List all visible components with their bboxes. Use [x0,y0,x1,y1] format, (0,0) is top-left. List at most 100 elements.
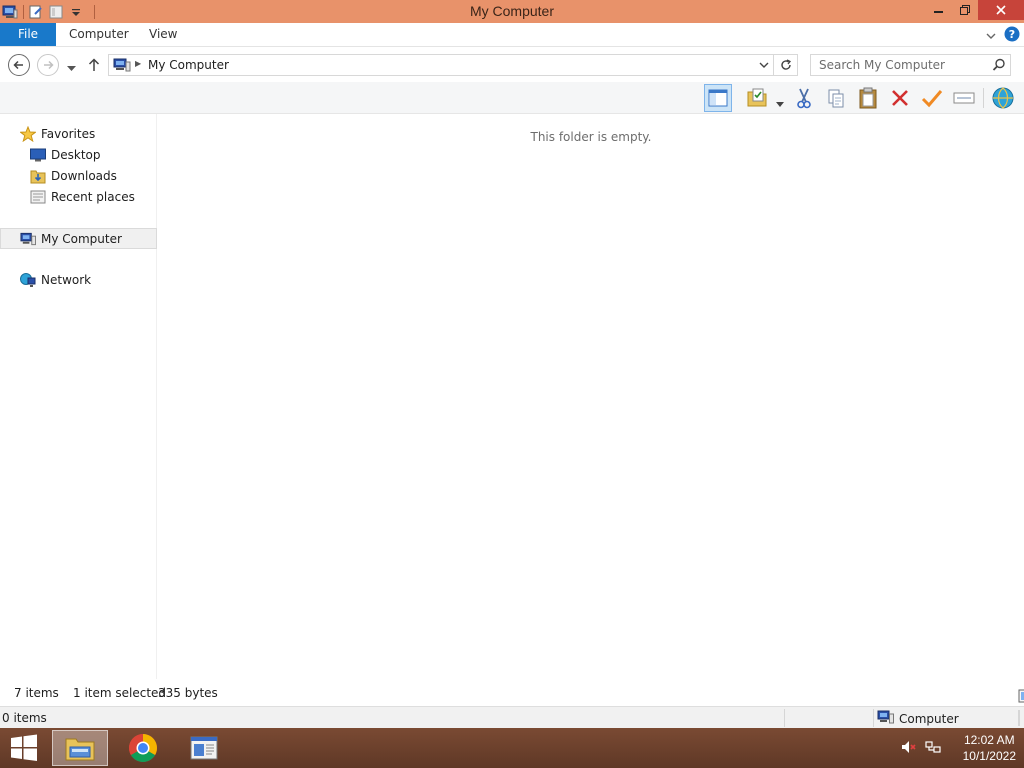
large-icons-view-icon[interactable] [1018,689,1024,706]
clock[interactable]: 12:02 AM 10/1/2022 [963,732,1016,764]
details-items: 0 items [2,711,47,725]
checkmark-icon [921,90,943,108]
rename-icon [953,92,975,104]
nav-downloads-label: Downloads [51,169,117,183]
quick-access-toolbar [0,0,100,23]
nav-desktop-label: Desktop [51,148,101,162]
refresh-button[interactable] [773,55,797,75]
paste-button[interactable] [854,84,882,112]
nav-downloads[interactable]: Downloads [0,166,157,186]
minimize-button[interactable] [926,0,952,20]
selection-size: 335 bytes [158,686,218,700]
nav-my-computer-label: My Computer [41,231,122,246]
delete-icon [892,90,908,106]
star-icon [20,126,36,142]
chrome-icon [129,734,157,762]
taskbar-app[interactable] [176,730,232,766]
ribbon: File Computer View ? [0,23,1024,47]
search-box [810,54,1011,76]
resize-grip-icon[interactable] [1016,710,1022,729]
computer-icon [113,58,131,75]
copy-button[interactable] [822,84,850,112]
properties-dropdown-icon[interactable] [776,96,784,110]
computer-icon[interactable] [2,4,18,20]
search-input[interactable] [811,55,989,75]
file-list[interactable]: This folder is empty. [158,114,1024,679]
nav-recent-places-label: Recent places [51,190,135,204]
nav-desktop[interactable]: Desktop [0,145,157,165]
selection-info: 1 item selected [73,686,167,700]
taskbar-file-explorer[interactable] [52,730,108,766]
properties-button[interactable] [743,84,771,112]
address-dropdown-icon[interactable] [759,57,769,76]
separator [94,4,95,19]
start-button[interactable] [4,732,44,764]
globe-icon [992,87,1014,109]
nav-my-computer[interactable]: My Computer [0,228,157,249]
file-explorer-icon [65,738,95,761]
nav-favorites[interactable]: Favorites [0,124,157,144]
status-bar: 7 items 1 item selected 335 bytes [0,682,1024,704]
up-icon[interactable] [88,58,100,75]
items-count: 7 items [14,686,59,700]
tab-file[interactable]: File [0,23,56,46]
taskbar-chrome[interactable] [115,730,171,766]
network-icon [20,272,36,288]
desktop-icon [30,147,46,163]
customize-qat-icon[interactable] [69,4,83,20]
tab-view[interactable]: View [149,23,177,46]
divider [873,709,874,727]
app-window-icon [190,736,218,760]
tab-computer[interactable]: Computer [69,23,129,46]
clock-date: 10/1/2022 [962,749,1016,763]
details-location-label: Computer [899,711,959,726]
divider [784,709,785,727]
restore-button[interactable] [952,0,978,20]
web-button[interactable] [989,84,1017,112]
check-button[interactable] [918,84,946,112]
nav-favorites-label: Favorites [41,127,96,141]
separator [23,4,24,19]
navigation-pane: Favorites Desktop Downloads Recent place… [0,114,157,679]
help-icon[interactable]: ? [1004,26,1020,45]
clock-time: 12:02 AM [963,733,1015,747]
network-status-icon[interactable] [925,739,941,758]
nav-network-label: Network [41,273,92,287]
breadcrumb[interactable]: My Computer [148,58,229,72]
computer-icon [20,231,36,247]
breadcrumb-arrow-icon[interactable]: ▶ [135,59,141,68]
cut-button[interactable] [790,84,818,112]
nav-network[interactable]: Network [0,270,157,290]
rename-button[interactable] [950,84,978,112]
preview-pane-icon [708,89,728,107]
preview-pane-button[interactable] [704,84,732,112]
recent-locations-icon[interactable] [67,61,76,75]
recent-places-icon [30,189,46,205]
toolbar-divider [983,88,984,108]
window-title: My Computer [469,3,555,19]
ribbon-controls: ? [986,26,1020,45]
close-button[interactable] [978,0,1024,20]
expand-ribbon-icon[interactable] [986,29,996,43]
volume-muted-icon[interactable] [901,739,917,758]
windows-logo-icon [11,734,37,761]
new-folder-icon[interactable] [49,4,63,20]
downloads-folder-icon [30,168,46,184]
details-location: Computer [877,709,959,727]
computer-icon [877,710,895,727]
empty-folder-message: This folder is empty. [530,130,652,144]
search-icon[interactable] [992,58,1006,75]
details-bar: 0 items Computer [0,706,1024,728]
forward-button[interactable] [37,54,59,76]
address-bar[interactable]: ▶ My Computer [108,54,798,76]
delete-button[interactable] [886,84,914,112]
window-controls [926,0,1024,20]
properties-icon[interactable] [29,4,43,20]
taskbar: 12:02 AM 10/1/2022 [0,728,1024,768]
properties-folder-icon [747,88,767,107]
system-tray: 12:02 AM 10/1/2022 [901,728,1016,768]
navigation-bar: ▶ My Computer [0,48,1024,82]
title-bar: My Computer [0,0,1024,23]
back-button[interactable] [8,54,30,76]
nav-recent-places[interactable]: Recent places [0,187,157,207]
